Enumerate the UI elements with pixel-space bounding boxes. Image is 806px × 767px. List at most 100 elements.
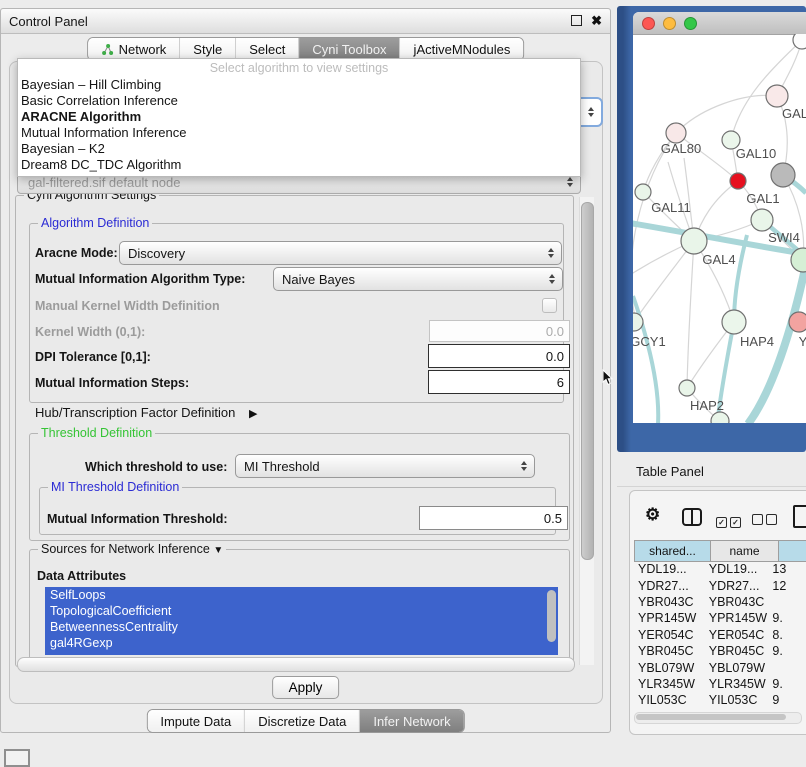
tab-select[interactable]: Select	[236, 38, 299, 60]
table-cell: YBR045C	[705, 644, 769, 658]
algorithm-option[interactable]: Mutual Information Inference	[18, 125, 580, 141]
dpi-tolerance-field[interactable]: 0.0	[428, 344, 570, 368]
algorithm-option[interactable]: Bayesian – Hill Climbing	[18, 77, 580, 93]
network-node-label: GAL4	[702, 252, 735, 267]
list-scrollbar[interactable]	[547, 590, 556, 642]
control-panel-window: Control Panel ✖ Network Style Select Cyn…	[0, 8, 611, 733]
table-row[interactable]: YBR045CYBR045C9.	[634, 643, 806, 659]
algorithm-option[interactable]: Dream8 DC_TDC Algorithm	[18, 157, 580, 173]
tab-network[interactable]: Network	[88, 38, 181, 60]
data-attribute-item[interactable]: gal4RGexp	[45, 635, 558, 651]
table-row[interactable]: YDL19...YDL19...13	[634, 561, 806, 577]
mi-threshold-definition-label: MI Threshold Definition	[48, 480, 182, 494]
kernel-width-field: 0.0	[429, 320, 570, 342]
column-header[interactable]: shared...	[634, 540, 711, 562]
data-attributes-list[interactable]: SelfLoopsTopologicalCoefficientBetweenne…	[45, 587, 558, 655]
combo-arrows-icon	[583, 104, 601, 120]
tab-jactivemnodules[interactable]: jActiveMNodules	[401, 38, 524, 60]
network-node[interactable]	[722, 310, 746, 334]
combo-arrows-icon	[516, 458, 534, 474]
settings-vertical-scrollbar[interactable]	[579, 197, 594, 665]
network-edge	[731, 40, 802, 140]
minimized-panel-icon[interactable]	[4, 749, 30, 767]
expanded-arrow-icon[interactable]: ▼	[213, 545, 223, 556]
network-window-titlebar	[633, 12, 806, 35]
algorithm-option[interactable]: ARACNE Algorithm	[18, 109, 580, 125]
table-header-row: shared...name	[634, 540, 806, 562]
data-attribute-item[interactable]: BetweennessCentrality	[45, 619, 558, 635]
table-cell: YBL079W	[705, 661, 769, 675]
tab-style[interactable]: Style	[180, 38, 236, 60]
mi-steps-label: Mutual Information Steps:	[35, 376, 189, 390]
close-panel-icon[interactable]: ✖	[591, 14, 602, 27]
show-columns-icon[interactable]	[682, 508, 702, 526]
algorithm-placeholder: Select algorithm to view settings	[18, 59, 580, 77]
algorithm-list: Bayesian – Hill ClimbingBasic Correlatio…	[18, 77, 580, 173]
deselect-all-icon[interactable]	[752, 512, 780, 530]
network-node[interactable]	[666, 123, 686, 143]
column-header[interactable]: name	[710, 540, 779, 562]
table-cell: 9.	[768, 644, 806, 658]
network-node[interactable]	[679, 380, 695, 396]
mi-threshold-field[interactable]: 0.5	[419, 506, 568, 530]
float-panel-icon[interactable]	[571, 15, 582, 26]
which-threshold-select[interactable]: MI Threshold	[235, 454, 535, 478]
apply-button[interactable]: Apply	[272, 676, 340, 699]
tab-network-label: Network	[119, 42, 167, 57]
mi-steps-field[interactable]: 6	[428, 370, 570, 394]
gear-icon[interactable]: ⚙	[645, 505, 660, 525]
tab-infer-network[interactable]: Infer Network	[360, 710, 463, 732]
network-node[interactable]	[766, 85, 788, 107]
table-cell: YBR045C	[634, 644, 705, 658]
network-node[interactable]	[751, 209, 773, 231]
table-cell: YBL079W	[634, 661, 705, 675]
network-canvas[interactable]: GALGAL80GAL10GAL1GAL11GAL4SWI4HAP4YGCY1H…	[633, 34, 806, 423]
table-row[interactable]: YER054CYER054C8.	[634, 627, 806, 643]
table-cell: 9.	[768, 677, 806, 691]
table-row[interactable]: YBR043CYBR043C	[634, 594, 806, 610]
manual-kernel-checkbox[interactable]	[542, 298, 557, 313]
close-window-icon[interactable]	[642, 17, 655, 30]
algorithm-option[interactable]: Bayesian – K2	[18, 141, 580, 157]
network-node[interactable]	[711, 412, 729, 423]
data-attribute-item[interactable]: SelfLoops	[45, 587, 558, 603]
aracne-mode-select[interactable]: Discovery	[119, 241, 562, 265]
dpi-tolerance-value: 0.0	[546, 349, 564, 364]
network-node-label: GAL1	[746, 191, 779, 206]
select-all-icon[interactable]: ✓✓	[716, 512, 744, 530]
network-node-label: Y	[799, 334, 806, 349]
network-node[interactable]	[730, 173, 746, 189]
tab-discretize-data[interactable]: Discretize Data	[245, 710, 360, 732]
table-horizontal-scrollbar[interactable]	[634, 712, 802, 724]
table-cell: 13	[768, 562, 806, 576]
table-body: YDL19...YDL19...13YDR27...YDR27...12YBR0…	[634, 561, 806, 710]
network-node[interactable]	[635, 184, 651, 200]
network-node-label: GAL80	[661, 141, 701, 156]
settings-horizontal-scrollbar[interactable]	[17, 657, 575, 672]
table-row[interactable]: YDR27...YDR27...12	[634, 577, 806, 593]
table-row[interactable]: YLR345WYLR345W9.	[634, 676, 806, 692]
network-node[interactable]	[681, 228, 707, 254]
hub-tf-definition-toggle[interactable]: Hub/Transcription Factor Definition ▶	[35, 405, 257, 420]
tab-impute-data[interactable]: Impute Data	[147, 710, 245, 732]
column-header[interactable]	[778, 540, 806, 562]
mi-steps-value: 6	[557, 375, 564, 390]
mi-type-select[interactable]: Naive Bayes	[273, 267, 563, 291]
table-cell: 12	[768, 579, 806, 593]
table-cell: YIL053C	[634, 693, 705, 707]
export-table-icon[interactable]	[793, 505, 806, 528]
scrollbar-thumb[interactable]	[581, 202, 594, 560]
table-row[interactable]: YPR145WYPR145W9.	[634, 610, 806, 626]
table-row[interactable]: YBL079WYBL079W	[634, 659, 806, 675]
table-cell: YDL19...	[705, 562, 769, 576]
table-row[interactable]: YIL053CYIL053C9	[634, 692, 806, 708]
collapsed-arrow-icon: ▶	[249, 408, 257, 420]
tab-cyni-toolbox[interactable]: Cyni Toolbox	[299, 38, 400, 60]
minimize-window-icon[interactable]	[663, 17, 676, 30]
network-node-label: SWI4	[768, 230, 800, 245]
network-node[interactable]	[789, 312, 806, 332]
data-attribute-item[interactable]: TopologicalCoefficient	[45, 603, 558, 619]
network-node[interactable]	[771, 163, 795, 187]
algorithm-option[interactable]: Basic Correlation Inference	[18, 93, 580, 109]
zoom-window-icon[interactable]	[684, 17, 697, 30]
